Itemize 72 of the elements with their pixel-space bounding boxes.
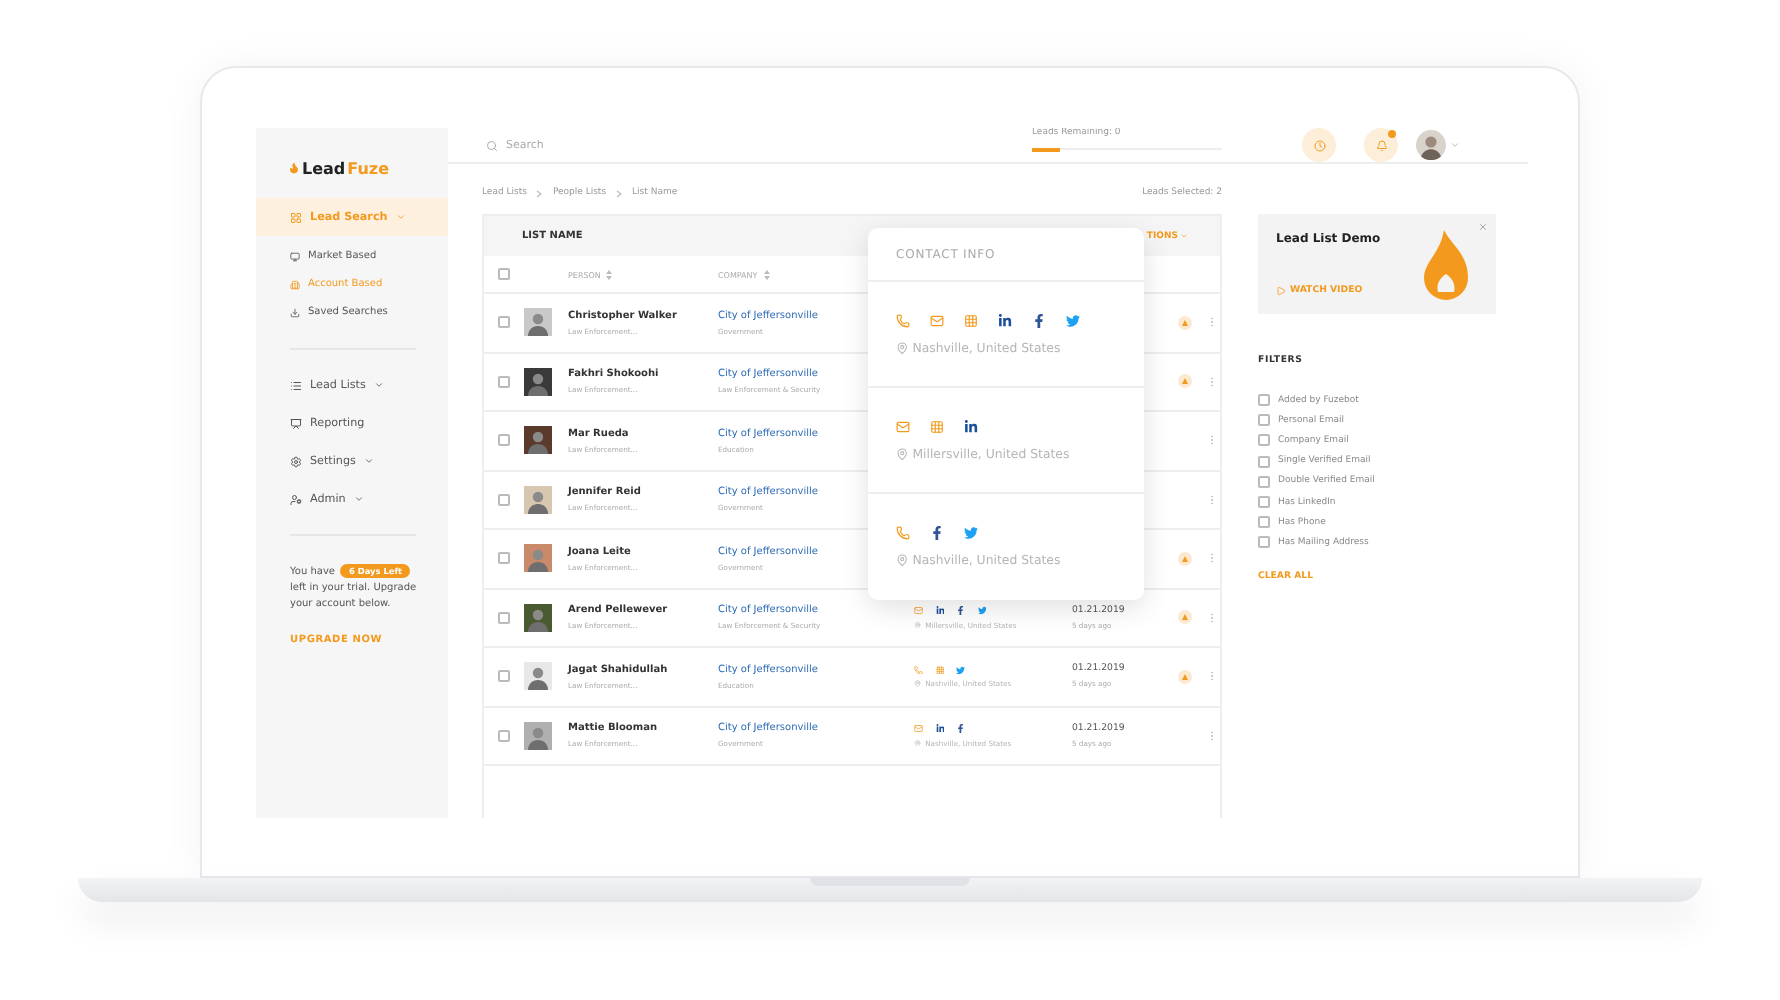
user-avatar[interactable] bbox=[1416, 130, 1446, 160]
avatar bbox=[524, 426, 552, 455]
avatar bbox=[524, 485, 552, 514]
user-icon bbox=[290, 493, 302, 505]
company-icon[interactable] bbox=[930, 419, 944, 433]
phone-icon[interactable] bbox=[896, 526, 910, 540]
checkbox[interactable] bbox=[498, 434, 510, 447]
caret-icon bbox=[373, 380, 384, 390]
clock-icon bbox=[1313, 139, 1325, 151]
facebook-icon[interactable] bbox=[956, 724, 965, 733]
checkbox[interactable] bbox=[498, 611, 510, 624]
board-icon bbox=[290, 417, 302, 429]
twitter-icon[interactable] bbox=[956, 665, 965, 674]
facebook-icon[interactable] bbox=[1032, 313, 1046, 327]
chevron-icon bbox=[616, 189, 623, 197]
caret-icon bbox=[395, 212, 406, 222]
search-icon bbox=[486, 139, 498, 151]
checkbox[interactable] bbox=[498, 493, 510, 506]
list-icon bbox=[290, 379, 302, 391]
avatar bbox=[524, 603, 552, 632]
facebook-icon[interactable] bbox=[930, 526, 944, 540]
linkedin-icon[interactable] bbox=[998, 313, 1012, 327]
email-icon[interactable] bbox=[914, 724, 923, 733]
avatar bbox=[524, 308, 552, 337]
company-icon[interactable] bbox=[964, 313, 978, 327]
chevron-icon bbox=[536, 189, 543, 197]
pin-icon bbox=[914, 680, 922, 688]
logo: Lead Fuze bbox=[302, 157, 389, 180]
email-icon[interactable] bbox=[896, 419, 910, 433]
avatar bbox=[524, 544, 552, 573]
bell-icon bbox=[1375, 139, 1387, 151]
avatar bbox=[524, 721, 552, 750]
checkbox[interactable] bbox=[498, 670, 510, 683]
play-icon bbox=[1276, 286, 1286, 296]
avatar bbox=[524, 367, 552, 396]
flame-icon bbox=[288, 162, 300, 174]
twitter-icon[interactable] bbox=[1066, 313, 1080, 327]
twitter-icon[interactable] bbox=[977, 606, 986, 615]
phone-icon[interactable] bbox=[914, 665, 923, 674]
linkedin-icon[interactable] bbox=[935, 724, 944, 733]
settings-icon bbox=[290, 455, 302, 467]
email-icon[interactable] bbox=[930, 313, 944, 327]
caret-icon bbox=[353, 494, 364, 504]
pin-icon bbox=[896, 447, 909, 461]
sort-icon[interactable] bbox=[763, 269, 770, 279]
monitor-icon bbox=[290, 251, 300, 261]
grid-icon bbox=[290, 211, 302, 223]
twitter-icon[interactable] bbox=[964, 526, 978, 540]
caret-icon[interactable] bbox=[1450, 140, 1460, 150]
facebook-icon[interactable] bbox=[956, 606, 965, 615]
notifications-button[interactable] bbox=[1364, 128, 1398, 162]
checkbox[interactable] bbox=[498, 268, 510, 280]
clock-button[interactable] bbox=[1302, 128, 1336, 162]
flame-icon bbox=[1424, 230, 1468, 302]
checkbox[interactable] bbox=[498, 316, 510, 329]
checkbox[interactable] bbox=[498, 552, 510, 565]
building-icon bbox=[290, 279, 300, 289]
phone-icon[interactable] bbox=[896, 313, 910, 327]
email-icon[interactable] bbox=[914, 606, 923, 615]
sort-icon[interactable] bbox=[606, 269, 613, 279]
pin-icon bbox=[896, 554, 909, 568]
checkbox[interactable] bbox=[498, 729, 510, 742]
pin-icon bbox=[914, 739, 922, 747]
linkedin-icon[interactable] bbox=[964, 419, 978, 433]
caret-icon bbox=[363, 456, 374, 466]
avatar bbox=[524, 662, 552, 691]
pin-icon bbox=[896, 341, 909, 355]
pin-icon bbox=[914, 621, 922, 629]
download-icon bbox=[290, 307, 300, 317]
company-icon[interactable] bbox=[935, 665, 944, 674]
checkbox[interactable] bbox=[498, 375, 510, 388]
linkedin-icon[interactable] bbox=[935, 606, 944, 615]
